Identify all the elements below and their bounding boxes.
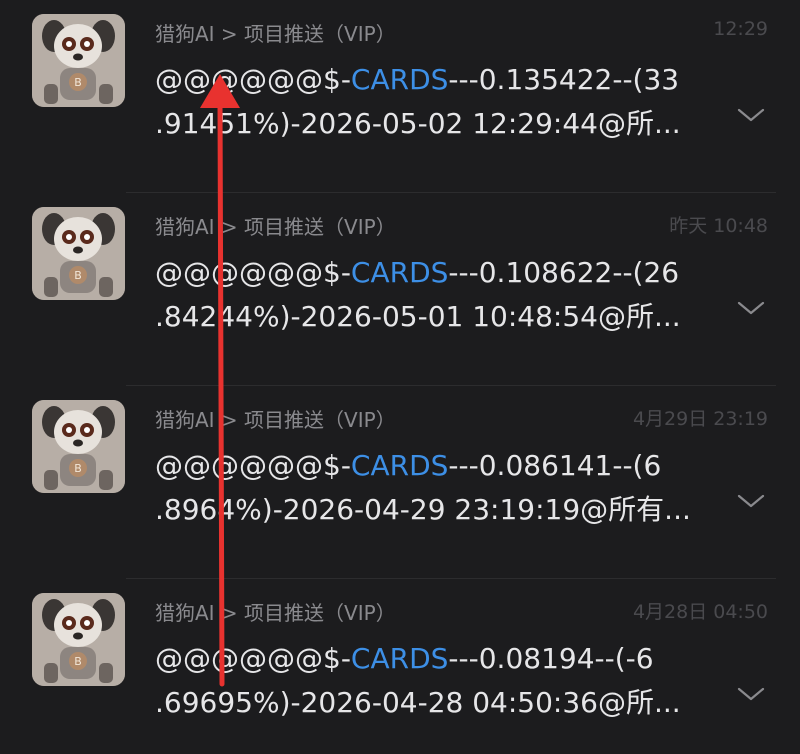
message-line-1-rest: ---0.108622--(26 [448,256,680,289]
message-prefix: @@@@@@$- [155,63,351,96]
chevron-down-icon[interactable] [736,684,766,704]
svg-text:B: B [74,76,82,89]
message-list: B 猎狗AI > 项目推送（VIP） 12:29 @@@@@@$-CARDS--… [0,0,800,754]
robot-dog-avatar-icon[interactable]: B [32,593,125,686]
message-line-1: @@@@@@$-CARDS---0.08194--(-6 [155,637,715,681]
message-item[interactable]: B 猎狗AI > 项目推送（VIP） 12:29 @@@@@@$-CARDS--… [0,0,800,193]
chevron-down-icon[interactable] [736,491,766,511]
timestamp: 12:29 [713,18,768,40]
message-preview: @@@@@@$-CARDS---0.108622--(26 .84244%)-2… [155,251,715,339]
robot-dog-avatar-icon[interactable]: B [32,14,125,107]
svg-text:B: B [74,462,82,475]
message-line-1: @@@@@@$-CARDS---0.086141--(6 [155,444,715,488]
svg-text:B: B [74,655,82,668]
ticker-link[interactable]: CARDS [351,449,449,482]
message-item[interactable]: B 猎狗AI > 项目推送（VIP） 4月28日 04:50 @@@@@@$-C… [0,579,800,754]
message-item[interactable]: B 猎狗AI > 项目推送（VIP） 4月29日 23:19 @@@@@@$-C… [0,386,800,579]
message-line-2: .69695%)-2026-04-28 04:50:36@所... [155,686,681,719]
message-line-1-rest: ---0.086141--(6 [448,449,662,482]
timestamp: 4月28日 04:50 [632,601,768,623]
sender-label: 猎狗AI > 项目推送（VIP） [155,215,396,239]
ticker-link[interactable]: CARDS [351,642,449,675]
timestamp: 昨天 10:48 [669,215,768,237]
svg-text:B: B [74,269,82,282]
chevron-down-icon[interactable] [736,105,766,125]
message-line-1: @@@@@@$-CARDS---0.108622--(26 [155,251,715,295]
message-line-2: .84244%)-2026-05-01 10:48:54@所... [155,300,681,333]
robot-dog-avatar-icon[interactable]: B [32,207,125,300]
timestamp: 4月29日 23:19 [632,408,768,430]
message-preview: @@@@@@$-CARDS---0.086141--(6 .8964%)-202… [155,444,715,532]
message-preview: @@@@@@$-CARDS---0.135422--(33 .91451%)-2… [155,58,715,146]
chevron-down-icon[interactable] [736,298,766,318]
message-prefix: @@@@@@$- [155,449,351,482]
message-line-2: .91451%)-2026-05-02 12:29:44@所... [155,107,681,140]
message-line-1-rest: ---0.135422--(33 [448,63,680,96]
ticker-link[interactable]: CARDS [351,63,449,96]
sender-label: 猎狗AI > 项目推送（VIP） [155,601,396,625]
message-prefix: @@@@@@$- [155,642,351,675]
sender-label: 猎狗AI > 项目推送（VIP） [155,22,396,46]
message-line-1-rest: ---0.08194--(-6 [448,642,654,675]
message-line-2: .8964%)-2026-04-29 23:19:19@所有... [155,493,691,526]
ticker-link[interactable]: CARDS [351,256,449,289]
sender-label: 猎狗AI > 项目推送（VIP） [155,408,396,432]
message-preview: @@@@@@$-CARDS---0.08194--(-6 .69695%)-20… [155,637,715,725]
robot-dog-avatar-icon[interactable]: B [32,400,125,493]
message-prefix: @@@@@@$- [155,256,351,289]
message-item[interactable]: B 猎狗AI > 项目推送（VIP） 昨天 10:48 @@@@@@$-CARD… [0,193,800,386]
message-line-1: @@@@@@$-CARDS---0.135422--(33 [155,58,715,102]
